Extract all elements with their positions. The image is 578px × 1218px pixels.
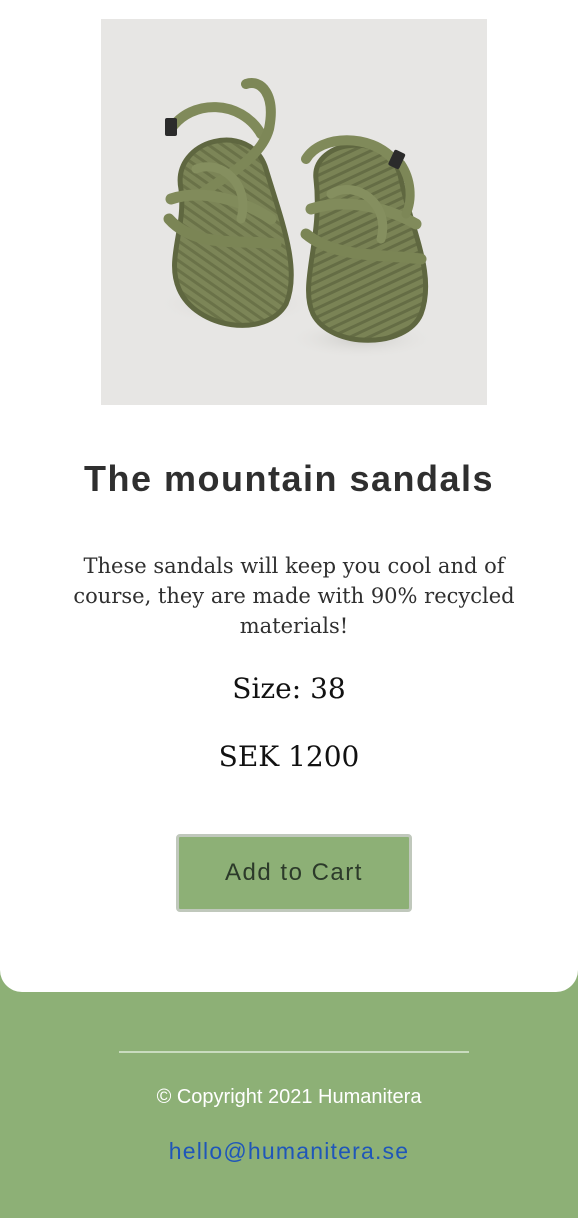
product-price: SEK 1200 (218, 740, 360, 773)
product-title: The mountain sandals (83, 458, 495, 499)
sandals-photo-icon (156, 78, 436, 359)
product-image (101, 19, 487, 405)
product-card: The mountain sandals These sandals will … (0, 0, 578, 992)
footer-divider (119, 1051, 469, 1053)
product-size: Size: 38 (232, 672, 346, 705)
contact-email-link[interactable]: hello@humanitera.se (0, 1138, 578, 1165)
product-description: These sandals will keep you cool and of … (73, 554, 515, 638)
add-to-cart-button[interactable]: Add to Cart (176, 834, 412, 912)
site-footer: © Copyright 2021 Humanitera hello@humani… (0, 992, 578, 1218)
copyright-text: © Copyright 2021 Humanitera (156, 1086, 422, 1108)
